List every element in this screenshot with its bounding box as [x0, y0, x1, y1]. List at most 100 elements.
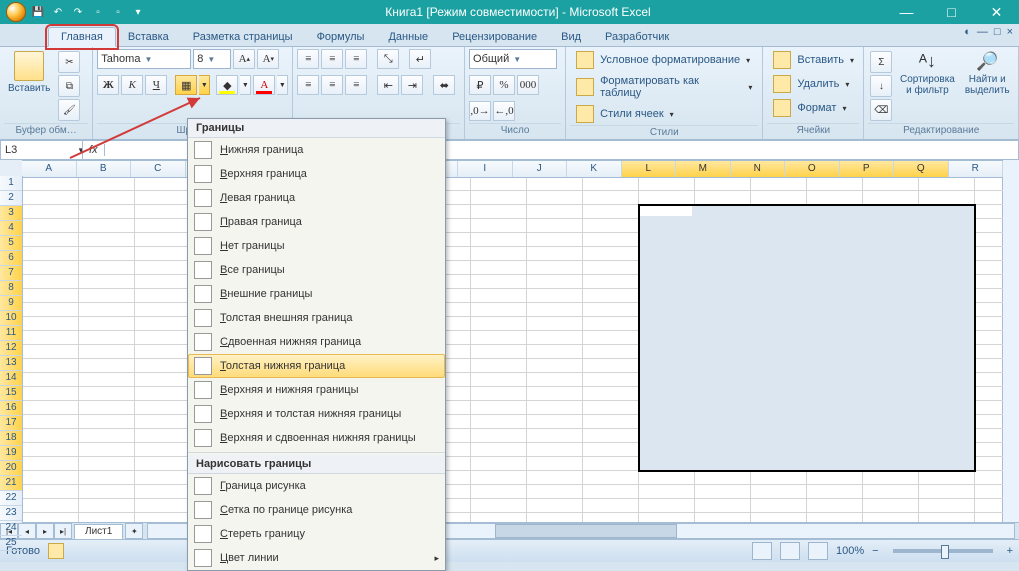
row-header[interactable]: 25: [0, 536, 22, 551]
column-header[interactable]: L: [622, 161, 677, 177]
column-header[interactable]: R: [949, 161, 1004, 177]
column-header[interactable]: P: [840, 161, 895, 177]
tab-page-layout[interactable]: Разметка страницы: [181, 28, 305, 46]
format-as-table-button[interactable]: Форматировать как таблицу▾: [570, 73, 758, 101]
orientation-icon[interactable]: ⤡: [377, 49, 399, 69]
tab-review[interactable]: Рецензирование: [440, 28, 549, 46]
border-menu-item[interactable]: Правая граница: [188, 210, 445, 234]
qat-icon[interactable]: ▫: [110, 4, 126, 20]
comma-icon[interactable]: 000: [517, 75, 539, 95]
paste-button[interactable]: Вставить: [4, 49, 54, 96]
column-headers[interactable]: ABCDEFGHIJKLMNOPQR: [22, 160, 1003, 178]
tab-insert[interactable]: Вставка: [116, 28, 181, 46]
row-header[interactable]: 21: [0, 476, 22, 491]
row-header[interactable]: 6: [0, 251, 22, 266]
border-menu-item[interactable]: Верхняя и сдвоенная нижняя границы: [188, 426, 445, 450]
row-header[interactable]: 5: [0, 236, 22, 251]
column-header[interactable]: M: [676, 161, 731, 177]
active-cell[interactable]: [640, 206, 692, 216]
column-header[interactable]: K: [567, 161, 622, 177]
decrease-decimal-icon[interactable]: ←,0: [493, 101, 515, 121]
office-button[interactable]: [6, 2, 26, 22]
percent-icon[interactable]: %: [493, 75, 515, 95]
borders-button[interactable]: ▦: [175, 75, 197, 95]
increase-indent-icon[interactable]: ⇥: [401, 75, 423, 95]
zoom-label[interactable]: 100%: [836, 545, 864, 557]
row-header[interactable]: 14: [0, 371, 22, 386]
column-header[interactable]: I: [458, 161, 513, 177]
shrink-font-icon[interactable]: A▾: [257, 49, 279, 69]
insert-cells-button[interactable]: Вставить▾: [767, 49, 860, 71]
merge-center-icon[interactable]: ⬌: [433, 75, 455, 95]
row-header[interactable]: 4: [0, 221, 22, 236]
column-header[interactable]: Q: [894, 161, 949, 177]
new-sheet-icon[interactable]: ✦: [125, 523, 143, 539]
border-menu-item[interactable]: Все границы: [188, 258, 445, 282]
align-bottom-icon[interactable]: ≡: [345, 49, 367, 69]
row-header[interactable]: 10: [0, 311, 22, 326]
row-header[interactable]: 20: [0, 461, 22, 476]
sheet-nav-next-icon[interactable]: ▸: [36, 523, 54, 539]
save-icon[interactable]: 💾: [30, 4, 46, 20]
row-header[interactable]: 3: [0, 206, 22, 221]
border-menu-item[interactable]: Нижняя граница: [188, 138, 445, 162]
zoom-slider[interactable]: [893, 549, 993, 553]
qat-dropdown-icon[interactable]: ▾: [130, 4, 146, 20]
format-cells-button[interactable]: Формат▾: [767, 97, 852, 119]
tab-formulas[interactable]: Формулы: [305, 28, 377, 46]
row-header[interactable]: 2: [0, 191, 22, 206]
border-menu-item[interactable]: Толстая нижняя граница: [188, 354, 445, 378]
vertical-scrollbar[interactable]: [1002, 160, 1019, 523]
minimize-button[interactable]: —: [884, 0, 929, 24]
help-icon[interactable]: ◐: [964, 26, 971, 38]
column-header[interactable]: A: [22, 161, 77, 177]
sort-filter-button[interactable]: ᴬ↓ Сортировка и фильтр: [896, 49, 958, 98]
border-menu-item[interactable]: Левая граница: [188, 186, 445, 210]
border-draw-item[interactable]: Стереть границу: [188, 522, 445, 546]
scroll-thumb[interactable]: [495, 524, 677, 538]
align-left-icon[interactable]: ≡: [297, 75, 319, 95]
border-menu-item[interactable]: Верхняя граница: [188, 162, 445, 186]
row-header[interactable]: 24: [0, 521, 22, 536]
row-header[interactable]: 9: [0, 296, 22, 311]
accounting-icon[interactable]: ₽: [469, 75, 491, 95]
row-header[interactable]: 17: [0, 416, 22, 431]
autosum-icon[interactable]: Σ: [870, 51, 892, 73]
column-header[interactable]: O: [785, 161, 840, 177]
page-layout-view-icon[interactable]: [780, 542, 800, 560]
fill-color-dropdown[interactable]: ▼: [240, 75, 251, 95]
undo-icon[interactable]: ↶: [50, 4, 66, 20]
copy-icon[interactable]: ⧉: [58, 75, 80, 97]
align-middle-icon[interactable]: ≡: [321, 49, 343, 69]
zoom-in-button[interactable]: +: [1007, 545, 1013, 557]
redo-icon[interactable]: ↷: [70, 4, 86, 20]
tab-home[interactable]: Главная: [48, 27, 116, 47]
fill-icon[interactable]: ↓: [870, 75, 892, 97]
cell-styles-button[interactable]: Стили ячеек▾: [570, 103, 680, 125]
column-header[interactable]: J: [513, 161, 568, 177]
tab-data[interactable]: Данные: [376, 28, 440, 46]
align-right-icon[interactable]: ≡: [345, 75, 367, 95]
fill-color-button[interactable]: ◆: [216, 75, 238, 95]
macro-record-icon[interactable]: [48, 543, 64, 559]
clear-icon[interactable]: ⌫: [870, 99, 892, 121]
border-menu-item[interactable]: Внешние границы: [188, 282, 445, 306]
select-all-corner[interactable]: [0, 160, 23, 177]
normal-view-icon[interactable]: [752, 542, 772, 560]
name-box[interactable]: L3▼: [0, 140, 90, 160]
underline-button[interactable]: Ч: [145, 75, 167, 95]
format-painter-icon[interactable]: 🖌: [58, 99, 80, 121]
conditional-formatting-button[interactable]: Условное форматирование▾: [570, 49, 756, 71]
row-header[interactable]: 19: [0, 446, 22, 461]
qat-icon[interactable]: ▫: [90, 4, 106, 20]
row-header[interactable]: 23: [0, 506, 22, 521]
column-header[interactable]: N: [731, 161, 786, 177]
italic-button[interactable]: К: [121, 75, 143, 95]
cut-icon[interactable]: ✂: [58, 51, 80, 73]
tab-view[interactable]: Вид: [549, 28, 593, 46]
wrap-text-icon[interactable]: ↵: [409, 49, 431, 69]
border-menu-item[interactable]: Верхняя и толстая нижняя границы: [188, 402, 445, 426]
delete-cells-button[interactable]: Удалить▾: [767, 73, 855, 95]
increase-decimal-icon[interactable]: ,0→: [469, 101, 491, 121]
cell-grid[interactable]: [22, 176, 1003, 523]
